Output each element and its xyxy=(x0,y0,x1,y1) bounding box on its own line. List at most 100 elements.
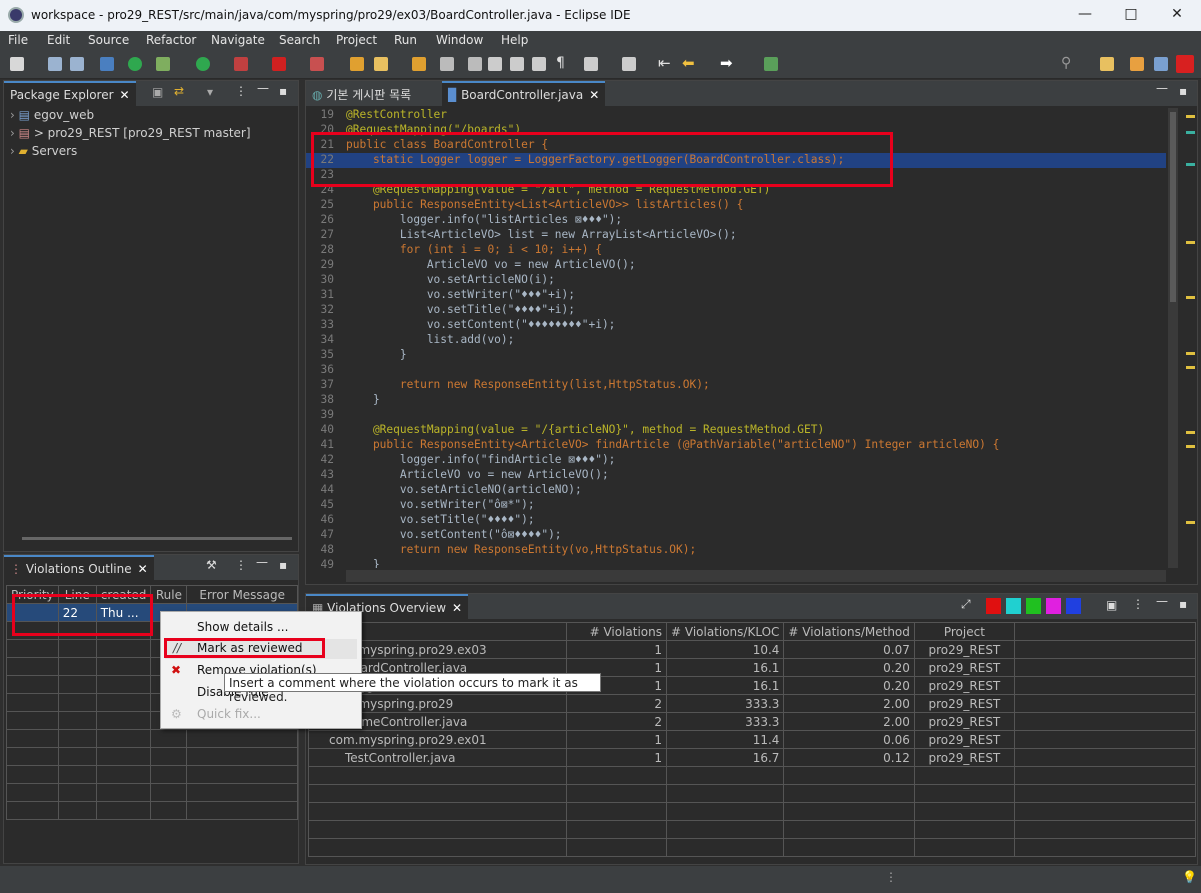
maximize-view-icon[interactable]: ▪ xyxy=(1179,84,1187,98)
minimize-view-icon[interactable]: — xyxy=(1156,594,1168,608)
stop-icon[interactable] xyxy=(272,57,286,71)
minimize-view-icon[interactable]: — xyxy=(256,555,268,569)
minimize-view-icon[interactable]: — xyxy=(257,81,269,95)
tree-item[interactable]: › ▤ egov_web xyxy=(10,108,94,126)
code-line[interactable]: 46 vo.setTitle("♦♦♦♦"); xyxy=(306,513,1166,528)
pmd-perspective-icon[interactable] xyxy=(1176,55,1194,73)
priority-1-filter-icon[interactable] xyxy=(986,598,1001,614)
code-line[interactable]: 25 public ResponseEntity<List<ArticleVO>… xyxy=(306,198,1166,213)
warning-marker[interactable] xyxy=(1186,296,1195,299)
menu-source[interactable]: Source xyxy=(88,33,129,47)
table-row[interactable]: com.myspring.pro29.ex03 1 10.4 0.07 pro29_RE… xyxy=(308,640,1197,659)
code-line[interactable]: 43 ArticleVO vo = new ArticleVO(); xyxy=(306,468,1166,483)
warning-marker[interactable] xyxy=(1186,115,1195,118)
skip-breakpoints-icon[interactable] xyxy=(128,57,142,71)
code-line[interactable]: 27 List<ArticleVO> list = new ArrayList<… xyxy=(306,228,1166,243)
code-line[interactable]: 28 for (int i = 0; i < 10; i++) { xyxy=(306,243,1166,258)
warning-marker[interactable] xyxy=(1186,445,1195,448)
code-line[interactable]: 29 ArticleVO vo = new ArticleVO(); xyxy=(306,258,1166,273)
external-tools-icon[interactable] xyxy=(310,57,324,71)
column-header[interactable]: Error Message xyxy=(186,585,298,604)
code-line[interactable]: 26 logger.info("listArticles ⊠♦♦♦"); xyxy=(306,213,1166,228)
debug-icon[interactable] xyxy=(156,57,170,71)
open-perspective-icon[interactable] xyxy=(1100,57,1114,71)
collapse-all-icon[interactable]: ▣ xyxy=(1106,598,1117,612)
code-line[interactable]: 49 } xyxy=(306,558,1166,568)
code-line[interactable]: 48 return new ResponseEntity(vo,HttpStat… xyxy=(306,543,1166,558)
link-editor-icon[interactable]: ⇄ xyxy=(174,84,184,98)
menu-run[interactable]: Run xyxy=(394,33,417,47)
tree-item[interactable]: › ▤ > pro29_REST [pro29_REST master] xyxy=(10,126,251,144)
new-icon[interactable] xyxy=(10,57,24,71)
close-icon[interactable]: ✕ xyxy=(589,88,599,102)
block-select-icon[interactable] xyxy=(510,57,524,71)
menu-refactor[interactable]: Refactor xyxy=(146,33,196,47)
table-row[interactable]: TestController.java 1 16.7 0.12 pro29_REST xyxy=(308,748,1197,767)
minimize-view-icon[interactable]: — xyxy=(1156,81,1168,95)
save-icon[interactable] xyxy=(48,57,62,71)
priority-3-filter-icon[interactable] xyxy=(1026,598,1041,614)
pin-editor-icon[interactable] xyxy=(764,57,778,71)
open-type-icon[interactable] xyxy=(350,57,364,71)
tab-board-controller[interactable]: ▉ BoardController.java ✕ xyxy=(442,81,606,106)
code-line[interactable]: 30 vo.setArticleNO(i); xyxy=(306,273,1166,288)
collapse-all-icon[interactable]: ▣ xyxy=(152,85,163,99)
prev-annotation-icon[interactable] xyxy=(622,57,636,71)
open-task-icon[interactable] xyxy=(374,57,388,71)
tools-icon[interactable]: ⚒ xyxy=(206,558,217,572)
maximize-view-icon[interactable]: ▪ xyxy=(279,558,287,572)
warning-marker[interactable] xyxy=(1186,366,1195,369)
tab-violations-outline[interactable]: ⋮ Violations Outline ✕ xyxy=(4,555,154,580)
back-icon[interactable]: ⬅ xyxy=(682,54,695,72)
code-line[interactable]: 42 logger.info("findArticle ⊠♦♦♦"); xyxy=(306,453,1166,468)
code-line[interactable]: 36 xyxy=(306,363,1166,378)
maximize-view-icon[interactable]: ▪ xyxy=(1179,597,1187,611)
tools-icon[interactable]: ⤢ xyxy=(961,597,971,612)
warning-marker[interactable] xyxy=(1186,241,1195,244)
view-menu-icon[interactable]: ⋮ xyxy=(235,558,247,572)
column-header[interactable]: # Violations/KLOC xyxy=(665,622,785,641)
java-perspective-icon[interactable] xyxy=(1130,57,1144,71)
menu-edit[interactable]: Edit xyxy=(47,33,70,47)
tab-package-explorer[interactable]: Package Explorer ✕ xyxy=(4,81,136,106)
close-icon[interactable]: ✕ xyxy=(138,562,148,576)
debug-perspective-icon[interactable] xyxy=(1154,57,1168,71)
terminal-icon[interactable] xyxy=(100,57,114,71)
code-line[interactable]: 33 vo.setContent("♦♦♦♦♦♦♦♦"+i); xyxy=(306,318,1166,333)
warning-marker[interactable] xyxy=(1186,431,1195,434)
code-line[interactable]: 35 } xyxy=(306,348,1166,363)
column-header[interactable]: # Violations xyxy=(566,622,667,641)
occurrence-marker[interactable] xyxy=(1186,131,1195,134)
last-edit-icon[interactable]: ⇤ xyxy=(658,54,671,72)
run-icon[interactable] xyxy=(196,57,210,71)
code-line[interactable]: 47 vo.setContent("ô⊠♦♦♦♦"); xyxy=(306,528,1166,543)
menu-navigate[interactable]: Navigate xyxy=(211,33,265,47)
mark-occurrences-icon[interactable] xyxy=(488,57,502,71)
close-icon[interactable]: ✕ xyxy=(1167,6,1187,22)
coverage-icon[interactable] xyxy=(234,57,248,71)
priority-4-filter-icon[interactable] xyxy=(1046,598,1061,614)
menu-project[interactable]: Project xyxy=(336,33,377,47)
tab-board-list[interactable]: ◍ 기본 게시판 목록 xyxy=(306,81,417,106)
search-icon[interactable]: ⚲ xyxy=(1061,55,1071,71)
next-annotation-icon[interactable] xyxy=(584,57,598,71)
code-line[interactable]: 31 vo.setWriter("♦♦♦"+i); xyxy=(306,288,1166,303)
priority-5-filter-icon[interactable] xyxy=(1066,598,1081,614)
code-line[interactable]: 19 @RestController xyxy=(306,108,1166,123)
column-header[interactable]: # Violations/Method xyxy=(783,622,915,641)
view-menu-icon[interactable]: ⋮ xyxy=(1132,597,1144,611)
maximize-view-icon[interactable]: ▪ xyxy=(279,84,287,98)
tree-item[interactable]: › ▰ Servers xyxy=(10,144,77,162)
table-row[interactable]: HomeController.java 2 333.3 2.00 pro29_REST xyxy=(308,712,1197,731)
code-line[interactable]: 45 vo.setWriter("ô⊠*"); xyxy=(306,498,1166,513)
horizontal-scrollbar[interactable] xyxy=(346,570,1166,582)
menu-window[interactable]: Window xyxy=(436,33,483,47)
filter-icon[interactable]: ▾ xyxy=(207,85,213,99)
annotation-icon[interactable] xyxy=(440,57,454,71)
menu-help[interactable]: Help xyxy=(501,33,528,47)
code-line[interactable]: 34 list.add(vo); xyxy=(306,333,1166,348)
forward-icon[interactable]: ➡ xyxy=(720,54,733,72)
vertical-scrollbar[interactable] xyxy=(1168,108,1178,568)
table-row[interactable]: com.myspring.pro29.ex01 1 11.4 0.06 pro29_RE… xyxy=(308,730,1197,749)
close-icon[interactable]: ✕ xyxy=(120,88,130,102)
